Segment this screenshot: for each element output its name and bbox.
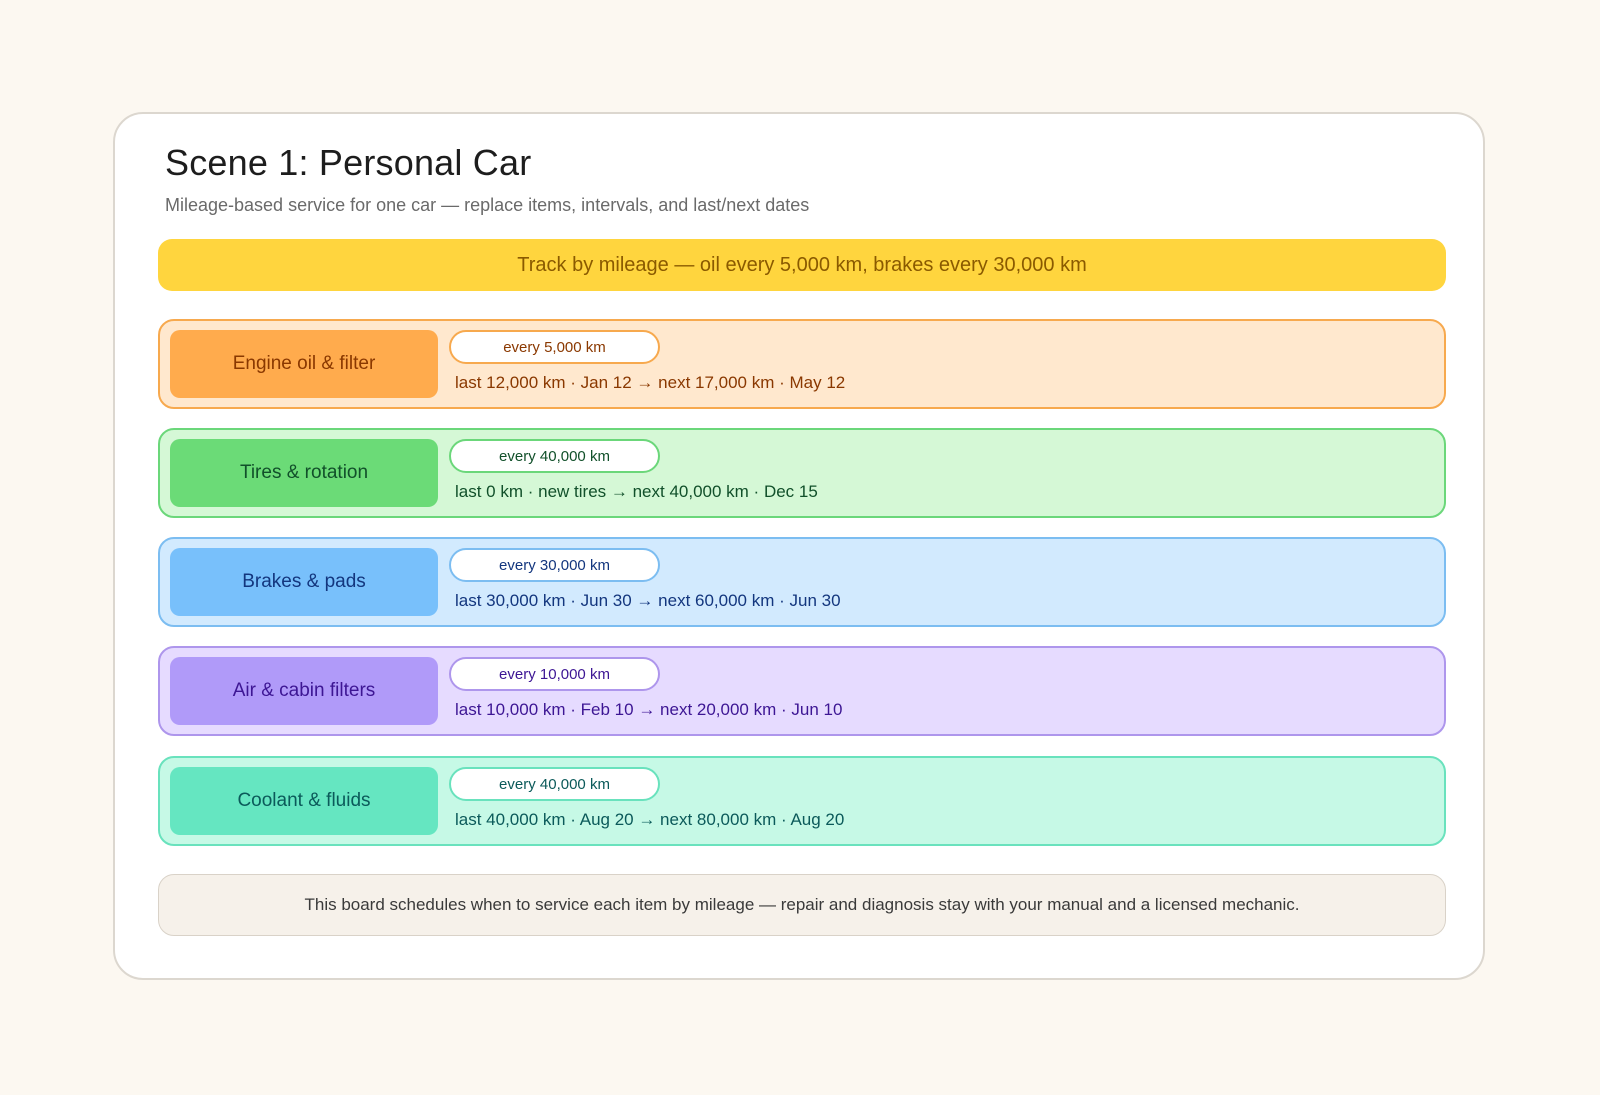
service-detail: last 10,000 km · Feb 10 → next 20,000 km… [455, 700, 843, 719]
footer-note: This board schedules when to service eac… [158, 874, 1446, 936]
service-row-coolant: Coolant & fluids every 40,000 km last 40… [158, 756, 1446, 846]
interval-pill: every 40,000 km [449, 439, 660, 473]
service-detail: last 12,000 km · Jan 12 → next 17,000 km… [455, 373, 846, 392]
service-row-air-filters: Air & cabin filters every 10,000 km last… [158, 646, 1446, 736]
service-item-label: Brakes & pads [170, 548, 438, 616]
interval-pill: every 10,000 km [449, 657, 660, 691]
page-subtitle: Mileage-based service for one car — repl… [165, 195, 810, 215]
page-title: Scene 1: Personal Car [165, 142, 532, 183]
service-row-tires: Tires & rotation every 40,000 km last 0 … [158, 428, 1446, 518]
service-item-label: Engine oil & filter [170, 330, 438, 398]
service-item-label: Coolant & fluids [170, 767, 438, 835]
interval-pill: every 40,000 km [449, 767, 660, 801]
service-item-label: Tires & rotation [170, 439, 438, 507]
interval-pill: every 30,000 km [449, 548, 660, 582]
service-row-engine-oil: Engine oil & filter every 5,000 km last … [158, 319, 1446, 409]
service-item-label: Air & cabin filters [170, 657, 438, 725]
service-row-brakes: Brakes & pads every 30,000 km last 30,00… [158, 537, 1446, 627]
service-detail: last 0 km · new tires → next 40,000 km ·… [455, 482, 818, 501]
interval-pill: every 5,000 km [449, 330, 660, 364]
service-board-card: Scene 1: Personal Car Mileage-based serv… [113, 112, 1485, 980]
service-detail: last 30,000 km · Jun 30 → next 60,000 km… [455, 591, 841, 610]
mileage-banner: Track by mileage — oil every 5,000 km, b… [158, 239, 1446, 291]
service-detail: last 40,000 km · Aug 20 → next 80,000 km… [455, 810, 845, 829]
